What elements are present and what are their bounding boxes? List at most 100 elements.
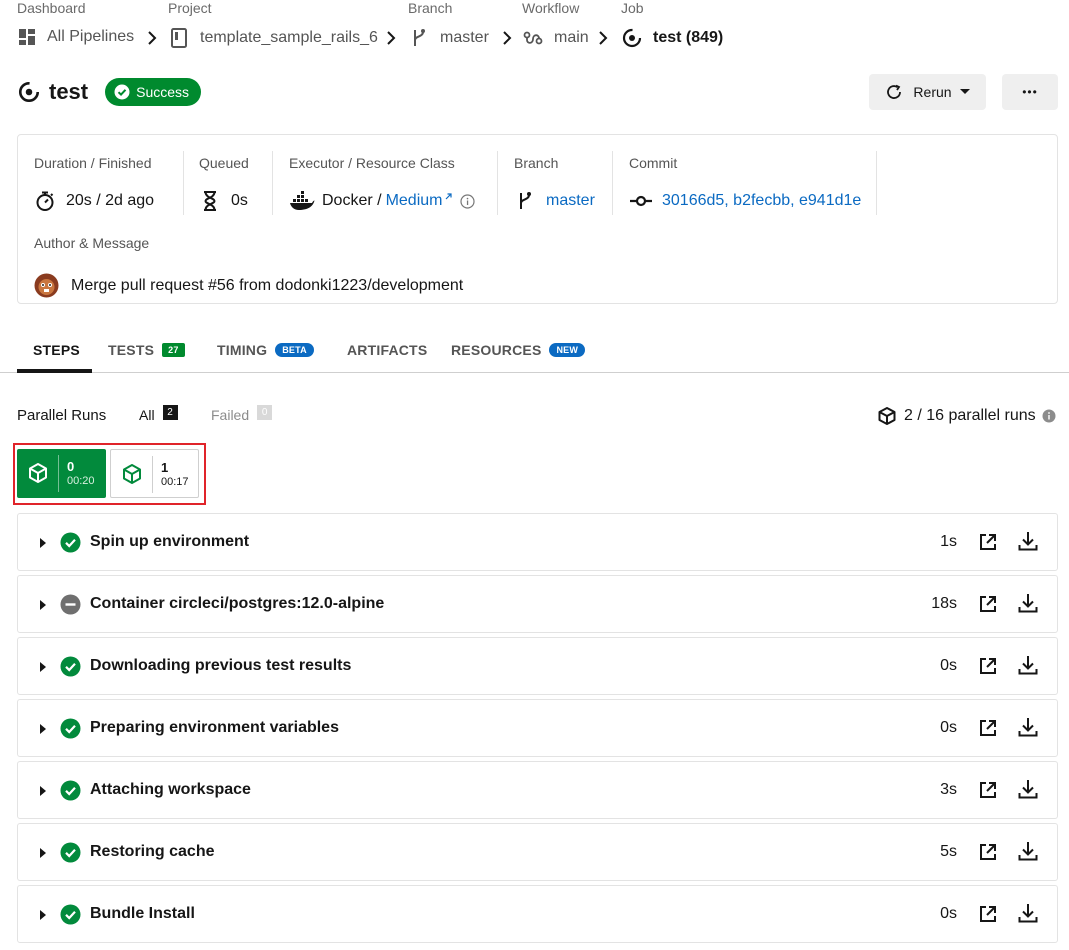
crumb-project[interactable]: Project template_sample_rails_6	[168, 0, 378, 48]
step-duration: 0s	[940, 657, 957, 674]
cube-icon	[29, 463, 47, 483]
crumb-workflow[interactable]: Workflow main	[522, 0, 589, 46]
crumb-job-link[interactable]: test (849)	[621, 27, 723, 49]
download-icon[interactable]	[1017, 530, 1039, 552]
crumb-workflow-label: Workflow	[522, 0, 580, 16]
download-icon[interactable]	[1017, 778, 1039, 800]
commit-link[interactable]: 30166d5, b2fecbb, e941d1e	[662, 192, 861, 210]
expand-caret-icon[interactable]	[40, 848, 46, 858]
tab-tests[interactable]: TESTS 27	[108, 328, 185, 372]
tab-tests-label: TESTS	[108, 342, 155, 358]
crumb-dashboard-link[interactable]: All Pipelines	[17, 27, 134, 47]
crumb-project-label: Project	[168, 0, 212, 16]
crumb-branch[interactable]: Branch master	[408, 0, 489, 46]
hourglass-icon	[204, 191, 216, 211]
step-duration: 3s	[940, 781, 957, 798]
resource-class-link[interactable]: Medium	[386, 192, 443, 210]
crumb-dashboard-label: Dashboard	[17, 0, 86, 16]
expand-caret-icon[interactable]	[40, 910, 46, 920]
tab-artifacts[interactable]: ARTIFACTS	[347, 328, 427, 372]
download-icon[interactable]	[1017, 592, 1039, 614]
parallel-run-0[interactable]: 0 00:20	[17, 449, 106, 498]
executor-value: Docker /	[322, 192, 382, 209]
parallel-runs-count: 2 / 16 parallel runs	[904, 407, 1036, 424]
check-circle-icon	[60, 904, 81, 925]
commit-value-wrap: 30166d5, b2fecbb, e941d1e	[629, 190, 861, 212]
expand-caret-icon[interactable]	[40, 600, 46, 610]
open-new-tab-icon[interactable]	[978, 594, 998, 614]
download-icon[interactable]	[1017, 654, 1039, 676]
step-row[interactable]: Spin up environment 1s	[17, 513, 1058, 571]
crumb-dashboard[interactable]: Dashboard All Pipelines	[17, 0, 134, 45]
filter-failed-label: Failed	[211, 407, 250, 423]
branch-icon	[520, 192, 531, 209]
expand-caret-icon[interactable]	[40, 786, 46, 796]
crumb-job[interactable]: Job test (849)	[621, 0, 723, 48]
chevron-right-icon	[387, 31, 396, 45]
crumb-job-label: Job	[621, 0, 644, 16]
info-icon[interactable]	[460, 193, 476, 209]
crumb-project-value: template_sample_rails_6	[200, 29, 378, 46]
tab-steps[interactable]: STEPS	[33, 328, 80, 372]
active-tab-indicator	[17, 369, 92, 373]
chevron-right-icon	[148, 31, 157, 45]
step-duration: 18s	[931, 595, 957, 612]
tab-bar: STEPS TESTS 27 TIMING BETA ARTIFACTS RES…	[0, 328, 1069, 373]
executor-field: Executor / Resource Class Docker / Mediu…	[289, 153, 476, 215]
neutral-status-icon	[60, 594, 81, 615]
step-duration: 0s	[940, 905, 957, 922]
step-row[interactable]: Bundle Install 0s	[17, 885, 1058, 943]
filter-failed[interactable]: Failed 0	[211, 405, 273, 423]
download-icon[interactable]	[1017, 840, 1039, 862]
open-new-tab-icon[interactable]	[978, 780, 998, 800]
parallel-runs-title: Parallel Runs	[17, 407, 107, 424]
parallel-run-1[interactable]: 1 00:17	[110, 449, 199, 498]
queued-value-wrap: 0s	[199, 190, 248, 212]
author-label: Author & Message	[34, 235, 150, 251]
tab-timing[interactable]: TIMING BETA	[217, 328, 314, 372]
expand-caret-icon[interactable]	[40, 538, 46, 548]
divider	[183, 151, 184, 215]
run-time: 00:17	[161, 476, 189, 488]
expand-caret-icon[interactable]	[40, 724, 46, 734]
step-name: Container circleci/postgres:12.0-alpine	[90, 595, 385, 612]
page-title: test	[49, 79, 89, 104]
step-name: Bundle Install	[90, 905, 195, 922]
expand-caret-icon[interactable]	[40, 662, 46, 672]
rerun-button[interactable]: Rerun	[869, 74, 986, 110]
job-icon	[18, 81, 40, 103]
open-new-tab-icon[interactable]	[978, 718, 998, 738]
filter-all[interactable]: All 2	[139, 405, 178, 423]
job-details-panel: Duration / Finished 20s / 2d ago Queued …	[17, 134, 1058, 304]
tab-artifacts-label: ARTIFACTS	[347, 342, 428, 358]
open-new-tab-icon[interactable]	[978, 656, 998, 676]
branch-link[interactable]: master	[546, 192, 595, 210]
step-row[interactable]: Container circleci/postgres:12.0-alpine …	[17, 575, 1058, 633]
divider	[272, 151, 273, 215]
step-row[interactable]: Preparing environment variables 0s	[17, 699, 1058, 757]
crumb-project-link[interactable]: template_sample_rails_6	[168, 27, 378, 49]
info-icon[interactable]	[1042, 409, 1056, 423]
tab-resources-label: RESOURCES	[451, 342, 542, 358]
tab-resources[interactable]: RESOURCES NEW	[451, 328, 586, 372]
step-row[interactable]: Restoring cache 5s	[17, 823, 1058, 881]
queued-value: 0s	[231, 192, 248, 209]
open-new-tab-icon[interactable]	[978, 532, 998, 552]
step-row[interactable]: Attaching workspace 3s	[17, 761, 1058, 819]
more-options-button[interactable]: •••	[1002, 74, 1058, 110]
crumb-workflow-link[interactable]: main	[522, 27, 589, 49]
run-time: 00:20	[67, 475, 95, 487]
crumb-branch-link[interactable]: master	[408, 27, 489, 49]
divider	[58, 455, 59, 492]
duration-value: 20s / 2d ago	[66, 192, 155, 209]
crumb-branch-value: master	[440, 29, 489, 46]
author-message: Merge pull request #56 from dodonki1223/…	[71, 276, 464, 294]
step-row[interactable]: Downloading previous test results 0s	[17, 637, 1058, 695]
download-icon[interactable]	[1017, 902, 1039, 924]
workflow-icon	[523, 31, 543, 45]
download-icon[interactable]	[1017, 716, 1039, 738]
open-new-tab-icon[interactable]	[978, 904, 998, 924]
commit-field: Commit 30166d5, b2fecbb, e941d1e	[629, 153, 861, 215]
open-new-tab-icon[interactable]	[978, 842, 998, 862]
rerun-label: Rerun	[913, 84, 952, 100]
